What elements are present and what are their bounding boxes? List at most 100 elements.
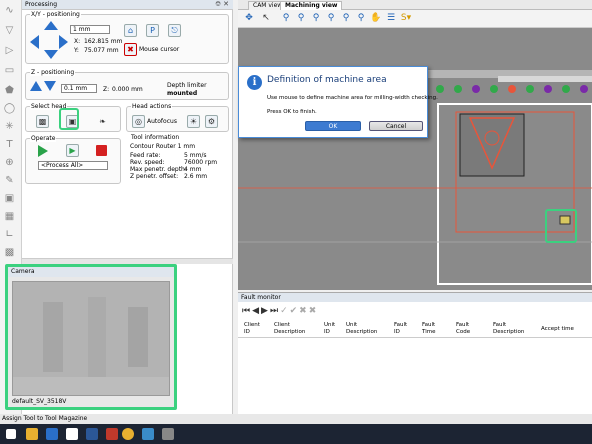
camera-image <box>12 281 170 396</box>
circuitcam-icon[interactable] <box>142 428 154 440</box>
delete-all-icon[interactable]: ✖ <box>309 306 319 316</box>
pin-icon[interactable]: ⎊ ✕ <box>215 0 229 9</box>
light-icon[interactable]: ☀ <box>187 115 200 128</box>
status-dot <box>436 85 444 93</box>
z-step-select[interactable]: 0.1 mm <box>61 84 97 93</box>
pan-icon[interactable]: ✋ <box>370 12 382 24</box>
column-header[interactable]: Fault Code <box>456 322 470 336</box>
prev-icon[interactable]: ◀ <box>252 306 261 316</box>
ok-button[interactable]: OK <box>305 121 361 131</box>
depth-limiter-label: Depth limiter <box>167 82 207 89</box>
path-tool-icon[interactable]: ∿ <box>3 4 16 17</box>
column-header[interactable]: Unit Description <box>346 322 377 336</box>
target-position-icon[interactable]: ⎋ <box>168 24 181 37</box>
move-left-icon[interactable] <box>30 35 39 49</box>
zoom-fit-icon[interactable]: ⚲ <box>325 12 337 24</box>
move-icon[interactable]: ✥ <box>243 12 255 24</box>
z-up-icon[interactable] <box>30 81 42 91</box>
script-icon[interactable]: S▾ <box>400 12 412 24</box>
dialog-line1: Use mouse to define machine area for mil… <box>267 95 438 101</box>
cancel-button[interactable]: Cancel <box>369 121 423 131</box>
head-camera-icon[interactable]: ▩ <box>36 115 49 128</box>
status-dot <box>472 85 480 93</box>
column-header[interactable]: Accept time <box>541 326 574 333</box>
word-icon[interactable] <box>86 428 98 440</box>
tool-info-value: 2.6 mm <box>184 173 208 180</box>
xy-step-select[interactable]: 1 mm <box>70 25 110 34</box>
park-icon[interactable]: P <box>146 24 159 37</box>
panel-title-bar: Processing ⎊ ✕ <box>22 0 233 10</box>
z-positioning-group: Z - positioning 0.1 mm Z: 0.000 mm Depth… <box>25 69 229 100</box>
chrome-icon[interactable] <box>122 428 134 440</box>
start-icon[interactable] <box>38 145 48 157</box>
grid-tool-icon[interactable]: ▩ <box>3 246 16 259</box>
head-actions-title: Head actions <box>131 103 173 110</box>
next-icon[interactable]: ▶ <box>261 306 270 316</box>
tab-machining-view[interactable]: Machining view <box>280 1 343 10</box>
measure-tool-icon[interactable]: ∟ <box>3 228 16 241</box>
stop-icon[interactable] <box>96 145 107 156</box>
rectangle-tool-icon[interactable]: ▭ <box>3 64 16 77</box>
move-right-icon[interactable] <box>59 35 68 49</box>
zoom-area-icon[interactable]: ⚲ <box>280 12 292 24</box>
xy-title: X/Y - positioning <box>30 11 81 18</box>
first-icon[interactable]: ⏮ <box>242 306 252 316</box>
zoom-page-icon[interactable]: ⚲ <box>355 12 367 24</box>
explorer-icon[interactable] <box>26 428 38 440</box>
xy-positioning-group: X/Y - positioning 1 mm X: 162.815 mm Y: … <box>25 11 229 64</box>
tool-name: Contour Router 1 mm <box>130 143 196 150</box>
accept-icon[interactable]: ✓ <box>280 306 290 316</box>
column-header[interactable]: Fault Time <box>422 322 435 336</box>
status-text: Assign Tool to Tool Magazine <box>2 415 88 422</box>
circle-tool-icon[interactable]: ◯ <box>3 102 16 115</box>
move-up-icon[interactable] <box>44 21 58 30</box>
column-header[interactable]: Unit ID <box>324 322 335 336</box>
edit-tool-icon[interactable]: ✎ <box>3 174 16 187</box>
tool-information-group: Tool information Contour Router 1 mm Fee… <box>126 134 229 184</box>
status-dot <box>490 85 498 93</box>
image-tool-icon[interactable]: ▦ <box>3 210 16 223</box>
head-dispenser-icon[interactable]: ❧ <box>96 115 109 128</box>
zoom-out-icon[interactable]: ⚲ <box>310 12 322 24</box>
shape-tool-icon[interactable]: ▽ <box>3 24 16 37</box>
last-icon[interactable]: ⏭ <box>270 306 280 316</box>
camera-title: Camera <box>11 268 35 275</box>
column-header[interactable]: Fault ID <box>394 322 407 336</box>
start-icon[interactable] <box>6 429 16 439</box>
target-tool-icon[interactable]: ⊕ <box>3 156 16 169</box>
autofocus-label[interactable]: Autofocus <box>147 118 177 125</box>
tool-info-label: Max penetr. depth: <box>130 166 187 173</box>
fault-monitor-title-bar: Fault monitor <box>238 293 592 302</box>
column-header[interactable]: Client Description <box>274 322 305 336</box>
layers-icon[interactable]: ☰ <box>385 12 397 24</box>
fault-monitor-title: Fault monitor <box>241 294 281 301</box>
x-label: X: <box>74 38 81 45</box>
step-icon[interactable]: ▶ <box>66 144 79 157</box>
home-icon[interactable]: ⌂ <box>124 24 137 37</box>
select-icon[interactable]: ↖ <box>260 12 272 24</box>
move-down-icon[interactable] <box>44 50 58 59</box>
accept-all-icon[interactable]: ✔ <box>290 306 300 316</box>
depth-limiter-value: mounted <box>167 90 198 97</box>
calendar-icon[interactable] <box>66 428 78 440</box>
delete-icon[interactable]: ✖ <box>299 306 309 316</box>
mouse-cursor-icon[interactable]: ✖ <box>124 43 137 56</box>
column-header[interactable]: Client ID <box>244 322 260 336</box>
z-down-icon[interactable] <box>44 81 56 91</box>
polygon-tool-icon[interactable]: ⬟ <box>3 84 16 97</box>
layer-tool-icon[interactable]: ▣ <box>3 192 16 205</box>
app-icon[interactable] <box>162 428 174 440</box>
mouse-cursor-label[interactable]: Mouse cursor <box>139 46 179 53</box>
ie-icon[interactable] <box>46 428 58 440</box>
star-tool-icon[interactable]: ✳ <box>3 120 16 133</box>
zoom-in-icon[interactable]: ⚲ <box>295 12 307 24</box>
autofocus-icon[interactable]: ◎ <box>132 115 145 128</box>
settings-icon[interactable]: ⚙ <box>205 115 218 128</box>
column-header[interactable]: Fault Description <box>493 322 524 336</box>
y-label: Y: <box>74 47 79 54</box>
zoom-all-icon[interactable]: ⚲ <box>340 12 352 24</box>
text-tool-icon[interactable]: T <box>3 138 16 151</box>
polyline-tool-icon[interactable]: ▷ <box>3 44 16 57</box>
pdf-icon[interactable] <box>106 428 118 440</box>
process-select[interactable]: <Process All> <box>38 161 108 170</box>
